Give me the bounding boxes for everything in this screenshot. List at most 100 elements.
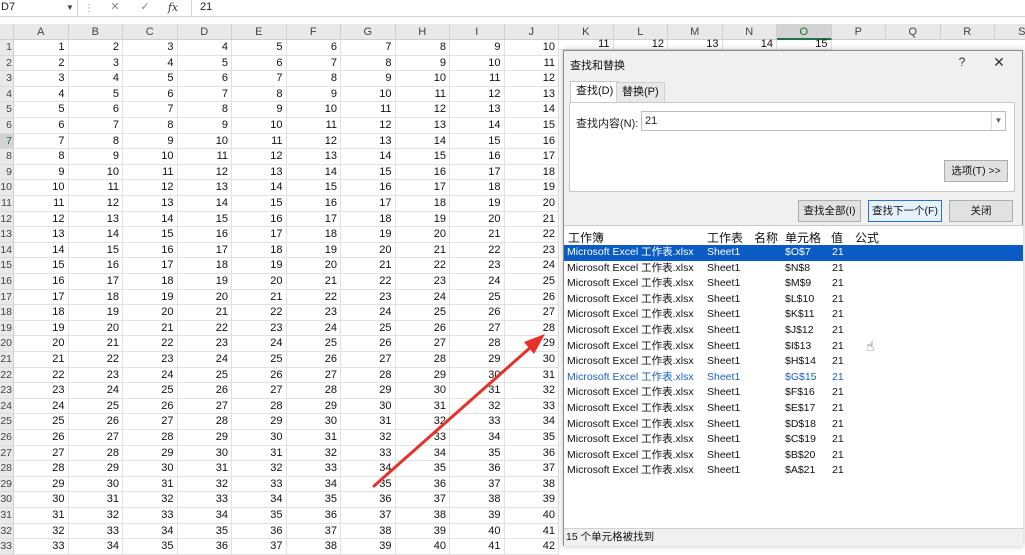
cell-c22[interactable]: 24 [123, 367, 178, 384]
cell-a26[interactable]: 26 [14, 430, 69, 446]
cell-g12[interactable]: 18 [341, 211, 396, 228]
row-header-31[interactable]: 31 [0, 508, 14, 524]
cell-d30[interactable]: 33 [177, 492, 232, 508]
cell-f6[interactable]: 11 [286, 118, 341, 134]
cell-c1[interactable]: 3 [123, 40, 178, 56]
cell-e9[interactable]: 13 [232, 164, 287, 181]
cell-i12[interactable]: 20 [450, 211, 505, 228]
cell-i13[interactable]: 21 [450, 227, 505, 243]
cell-e26[interactable]: 30 [232, 430, 287, 446]
cancel-icon[interactable]: ✕ [106, 0, 124, 16]
cell-b9[interactable]: 10 [68, 164, 123, 181]
row-header-3[interactable]: 3 [0, 71, 14, 87]
result-row[interactable]: Microsoft Excel 工作表.xlsx Sheet1 $D$18 21 [564, 417, 1023, 433]
cell-g2[interactable]: 8 [341, 55, 396, 72]
cell-f32[interactable]: 37 [286, 523, 341, 540]
cell-a11[interactable]: 11 [14, 196, 69, 212]
cell-g22[interactable]: 28 [341, 367, 396, 384]
cell-e30[interactable]: 34 [232, 492, 287, 508]
result-row[interactable]: Microsoft Excel 工作表.xlsx Sheet1 $O$7 21 [564, 245, 1023, 261]
cell-h21[interactable]: 28 [395, 352, 450, 368]
cell-b16[interactable]: 17 [68, 274, 123, 290]
cell-i15[interactable]: 23 [450, 258, 505, 274]
cell-f17[interactable]: 22 [286, 289, 341, 306]
cell-i6[interactable]: 14 [450, 118, 505, 134]
cell-g1[interactable]: 7 [341, 40, 396, 56]
cell-i10[interactable]: 18 [450, 180, 505, 196]
cell-h18[interactable]: 25 [395, 305, 450, 321]
cell-i9[interactable]: 17 [450, 164, 505, 181]
cell-h1[interactable]: 8 [395, 40, 450, 56]
cell-d17[interactable]: 20 [177, 289, 232, 306]
cell-b17[interactable]: 18 [68, 289, 123, 306]
cell-d12[interactable]: 15 [177, 211, 232, 228]
cell-e1[interactable]: 5 [232, 40, 287, 56]
cell-a3[interactable]: 3 [14, 71, 69, 87]
column-header-f[interactable]: F [286, 24, 341, 40]
cell-g4[interactable]: 10 [341, 86, 396, 103]
cell-b23[interactable]: 24 [68, 383, 123, 399]
cell-a14[interactable]: 14 [14, 242, 69, 259]
cell-d6[interactable]: 9 [177, 118, 232, 134]
cell-d10[interactable]: 13 [177, 180, 232, 196]
cell-f11[interactable]: 16 [286, 196, 341, 212]
cell-g14[interactable]: 20 [341, 242, 396, 259]
cell-h31[interactable]: 38 [395, 508, 450, 524]
cell-g23[interactable]: 29 [341, 383, 396, 399]
cell-h26[interactable]: 33 [395, 430, 450, 446]
result-row[interactable]: Microsoft Excel 工作表.xlsx Sheet1 $C$19 21 [564, 432, 1023, 448]
cell-i30[interactable]: 38 [450, 492, 505, 508]
row-header-17[interactable]: 17 [0, 289, 14, 306]
cell-b10[interactable]: 11 [68, 180, 123, 196]
cell-h11[interactable]: 18 [395, 196, 450, 212]
cell-h5[interactable]: 12 [395, 102, 450, 118]
cell-a4[interactable]: 4 [14, 86, 69, 103]
cell-j18[interactable]: 27 [504, 305, 559, 321]
cell-e28[interactable]: 32 [232, 461, 287, 477]
cell-k1[interactable]: 11 [559, 39, 614, 50]
cell-e15[interactable]: 19 [232, 258, 287, 274]
cell-b28[interactable]: 29 [68, 461, 123, 477]
cell-b33[interactable]: 34 [68, 539, 123, 555]
column-header-g[interactable]: G [341, 24, 396, 40]
cell-g9[interactable]: 15 [341, 164, 396, 181]
cell-i5[interactable]: 13 [450, 102, 505, 118]
cell-c10[interactable]: 12 [123, 180, 178, 196]
cell-e16[interactable]: 20 [232, 274, 287, 290]
cell-i25[interactable]: 33 [450, 414, 505, 430]
cell-e17[interactable]: 21 [232, 289, 287, 306]
cell-d2[interactable]: 5 [177, 55, 232, 72]
cell-j20[interactable]: 29 [504, 336, 559, 352]
column-header-cell[interactable]: 单元格 [785, 229, 821, 246]
cell-g13[interactable]: 19 [341, 227, 396, 243]
cell-a30[interactable]: 30 [14, 492, 69, 508]
cell-i23[interactable]: 31 [450, 383, 505, 399]
cell-e33[interactable]: 37 [232, 539, 287, 555]
cell-f29[interactable]: 34 [286, 476, 341, 493]
cell-b13[interactable]: 14 [68, 227, 123, 243]
cell-j16[interactable]: 25 [504, 274, 559, 290]
row-header-15[interactable]: 15 [0, 258, 14, 274]
cell-e31[interactable]: 35 [232, 508, 287, 524]
column-header-b[interactable]: B [68, 24, 123, 40]
cell-j25[interactable]: 34 [504, 414, 559, 430]
cell-f12[interactable]: 17 [286, 211, 341, 228]
cell-g3[interactable]: 9 [341, 71, 396, 87]
row-header-6[interactable]: 6 [0, 118, 14, 134]
cell-j10[interactable]: 19 [504, 180, 559, 196]
cell-a33[interactable]: 33 [14, 539, 69, 555]
cell-b6[interactable]: 7 [68, 118, 123, 134]
cell-a12[interactable]: 12 [14, 211, 69, 228]
cell-d26[interactable]: 29 [177, 430, 232, 446]
row-header-12[interactable]: 12 [0, 211, 14, 228]
cell-a27[interactable]: 27 [14, 445, 69, 462]
cell-d21[interactable]: 24 [177, 352, 232, 368]
cell-e6[interactable]: 10 [232, 118, 287, 134]
cell-h7[interactable]: 14 [395, 133, 450, 150]
row-header-22[interactable]: 22 [0, 367, 14, 384]
cell-c3[interactable]: 5 [123, 71, 178, 87]
cell-b24[interactable]: 25 [68, 398, 123, 415]
cell-a20[interactable]: 20 [14, 336, 69, 352]
cell-b1[interactable]: 2 [68, 40, 123, 56]
result-row[interactable]: Microsoft Excel 工作表.xlsx Sheet1 $K$11 21 [564, 307, 1023, 323]
